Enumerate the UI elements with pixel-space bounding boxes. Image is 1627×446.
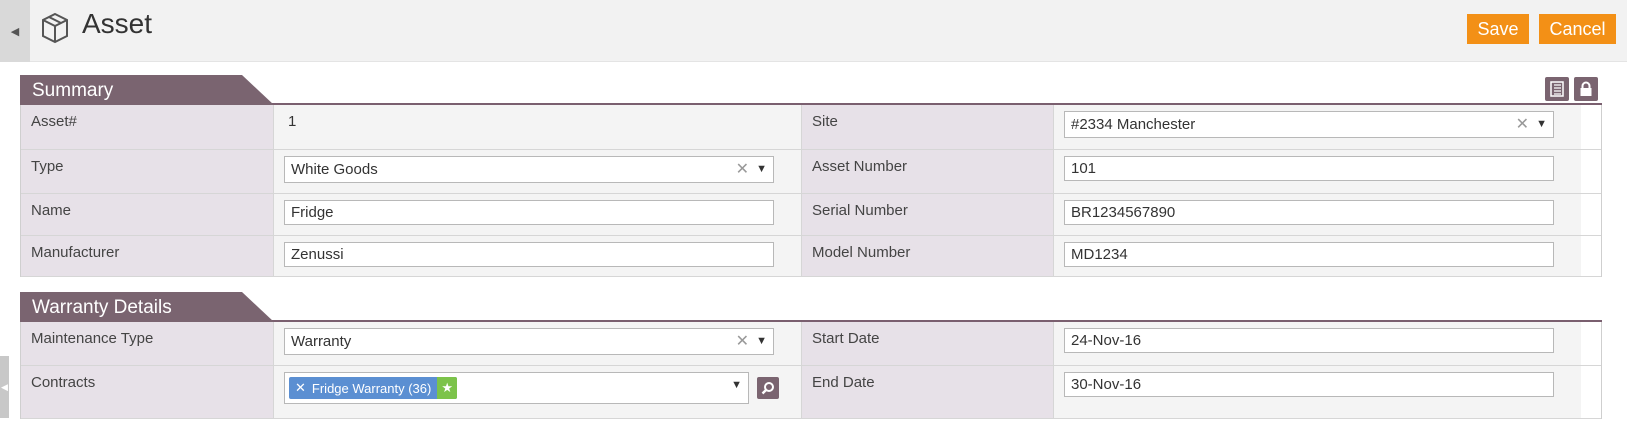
summary-title: Summary bbox=[20, 75, 274, 105]
warranty-section: Warranty Details Maintenance Type Warran… bbox=[20, 292, 1602, 419]
end-date-cell: 30-Nov-16 bbox=[1053, 366, 1581, 418]
contracts-label: Contracts bbox=[21, 366, 273, 418]
site-label: Site bbox=[801, 105, 1053, 149]
save-button[interactable]: Save bbox=[1467, 14, 1529, 44]
maint-type-cell: Warranty ✕ ▼ bbox=[273, 322, 801, 365]
contracts-multiselect[interactable]: ✕ Fridge Warranty (36) ★ ▼ bbox=[284, 372, 749, 404]
serial-input[interactable]: BR1234567890 bbox=[1064, 200, 1554, 225]
clear-icon[interactable]: ✕ bbox=[736, 329, 749, 354]
manufacturer-cell: Zenussi bbox=[273, 236, 801, 276]
manufacturer-input[interactable]: Zenussi bbox=[284, 242, 774, 267]
site-select[interactable]: #2334 Manchester ✕ ▼ bbox=[1064, 111, 1554, 138]
caret-down-icon[interactable]: ▼ bbox=[1536, 112, 1547, 137]
form-row: Asset# 1 Site #2334 Manchester ✕ ▼ bbox=[21, 105, 1601, 150]
site-cell: #2334 Manchester ✕ ▼ bbox=[1053, 105, 1581, 149]
search-icon[interactable] bbox=[757, 377, 780, 399]
model-cell: MD1234 bbox=[1053, 236, 1581, 276]
name-cell: Fridge bbox=[273, 194, 801, 235]
manufacturer-label: Manufacturer bbox=[21, 236, 273, 276]
name-label: Name bbox=[21, 194, 273, 235]
name-input[interactable]: Fridge bbox=[284, 200, 774, 225]
type-label: Type bbox=[21, 150, 273, 193]
warranty-title: Warranty Details bbox=[20, 292, 274, 322]
start-date-label: Start Date bbox=[801, 322, 1053, 365]
asset-no-label: Asset# bbox=[21, 105, 273, 149]
site-value: #2334 Manchester bbox=[1071, 116, 1196, 133]
cube-icon bbox=[42, 12, 68, 44]
maint-type-select[interactable]: Warranty ✕ ▼ bbox=[284, 328, 774, 355]
model-input[interactable]: MD1234 bbox=[1064, 242, 1554, 267]
cancel-button[interactable]: Cancel bbox=[1539, 14, 1616, 44]
remove-tag-icon[interactable]: ✕ bbox=[289, 380, 310, 396]
asset-no-value: 1 bbox=[288, 113, 297, 130]
start-date-input[interactable]: 24-Nov-16 bbox=[1064, 328, 1554, 353]
top-bar: ◀ Asset Save Cancel bbox=[0, 0, 1627, 62]
serial-cell: BR1234567890 bbox=[1053, 194, 1581, 235]
collapse-left-icon[interactable]: ◀ bbox=[0, 0, 30, 62]
caret-down-icon[interactable]: ▼ bbox=[731, 379, 742, 391]
start-date-cell: 24-Nov-16 bbox=[1053, 322, 1581, 365]
asset-number-input[interactable]: 101 bbox=[1064, 156, 1554, 181]
contracts-cell: ✕ Fridge Warranty (36) ★ ▼ bbox=[273, 366, 801, 418]
page-title: Asset bbox=[82, 8, 153, 39]
list-icon[interactable] bbox=[1545, 77, 1569, 101]
summary-section: Summary Asset# 1 Site #2334 Manchester ✕… bbox=[20, 75, 1602, 277]
end-date-input[interactable]: 30-Nov-16 bbox=[1064, 372, 1554, 397]
end-date-label: End Date bbox=[801, 366, 1053, 418]
clear-icon[interactable]: ✕ bbox=[736, 157, 749, 182]
caret-down-icon[interactable]: ▼ bbox=[756, 329, 767, 354]
expand-panel-icon[interactable]: ◀ bbox=[0, 356, 9, 418]
form-row: Manufacturer Zenussi Model Number MD1234 bbox=[21, 236, 1601, 277]
lock-icon[interactable] bbox=[1574, 77, 1598, 101]
maint-type-label: Maintenance Type bbox=[21, 322, 273, 365]
star-icon[interactable]: ★ bbox=[437, 377, 457, 399]
asset-number-label: Asset Number bbox=[801, 150, 1053, 193]
model-label: Model Number bbox=[801, 236, 1053, 276]
form-row: Type White Goods ✕ ▼ Asset Number 101 bbox=[21, 150, 1601, 194]
form-row: Name Fridge Serial Number BR1234567890 bbox=[21, 194, 1601, 236]
warranty-header: Warranty Details bbox=[20, 292, 1602, 322]
form-row: Contracts ✕ Fridge Warranty (36) ★ ▼ End… bbox=[21, 366, 1601, 419]
clear-icon[interactable]: ✕ bbox=[1516, 112, 1529, 137]
contract-tag-label: Fridge Warranty (36) bbox=[311, 380, 432, 396]
asset-number-cell: 101 bbox=[1053, 150, 1581, 193]
serial-label: Serial Number bbox=[801, 194, 1053, 235]
section-tools bbox=[1545, 77, 1598, 101]
type-select[interactable]: White Goods ✕ ▼ bbox=[284, 156, 774, 183]
contract-tag: ✕ Fridge Warranty (36) ★ bbox=[289, 377, 457, 399]
caret-down-icon[interactable]: ▼ bbox=[756, 157, 767, 182]
maint-type-value: Warranty bbox=[291, 333, 352, 350]
form-row: Maintenance Type Warranty ✕ ▼ Start Date… bbox=[21, 322, 1601, 366]
type-value: White Goods bbox=[291, 161, 378, 178]
summary-header: Summary bbox=[20, 75, 1602, 105]
type-cell: White Goods ✕ ▼ bbox=[273, 150, 801, 193]
asset-no-cell: 1 bbox=[273, 105, 801, 149]
